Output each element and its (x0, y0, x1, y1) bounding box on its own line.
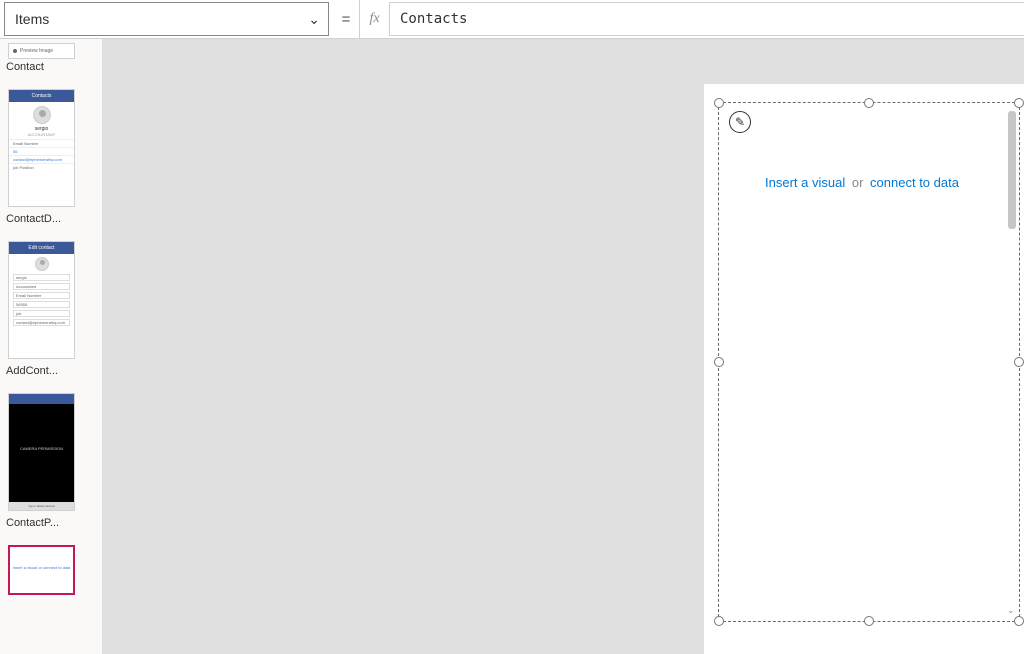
chevron-down-icon: ⌄ (1007, 605, 1017, 615)
screen-item[interactable]: Preview Image Contact (0, 39, 102, 83)
resize-handle[interactable] (714, 616, 724, 626)
screen-item[interactable]: CAMERA PERMISSION tap to allow camera Co… (0, 387, 102, 539)
placeholder-or: or (852, 175, 864, 190)
screen-label: Contact (4, 59, 74, 79)
pencil-glyph: ✎ (735, 115, 745, 129)
formula-bar: Items ⌄ = fx Contacts (0, 0, 1024, 39)
insert-visual-link[interactable]: Insert a visual (765, 175, 845, 190)
gallery-placeholder: Insert a visual or connect to data (719, 175, 1005, 190)
chevron-down-icon: ⌄ (308, 11, 320, 28)
resize-handle[interactable] (1014, 616, 1024, 626)
screen-thumbnail: Insert a visual or connect to data (8, 545, 75, 595)
screens-panel[interactable]: Preview Image Contact Contacts sergio AC… (0, 39, 103, 654)
screen-thumbnail: CAMERA PERMISSION tap to allow camera (8, 393, 75, 511)
resize-handle[interactable] (714, 98, 724, 108)
equals-label: = (333, 0, 359, 38)
screen-thumbnail-partial: Preview Image (8, 43, 75, 59)
screen-item[interactable]: Edit contact sergio Accountant Email Num… (0, 235, 102, 387)
resize-handle[interactable] (714, 357, 724, 367)
screen-thumbnail: Edit contact sergio Accountant Email Num… (8, 241, 75, 359)
canvas-area[interactable]: ✎ Insert a visual or connect to data ⌄ (103, 39, 1024, 654)
main-area: Preview Image Contact Contacts sergio AC… (0, 39, 1024, 654)
screen-item-selected[interactable]: Insert a visual or connect to data (0, 539, 102, 603)
inner-scrollbar-track[interactable] (1008, 107, 1018, 617)
resize-handle[interactable] (864, 98, 874, 108)
screen-thumbnail: Contacts sergio ACCOUNTANT Email Number … (8, 89, 75, 207)
fx-icon[interactable]: fx (359, 0, 389, 38)
connect-data-link[interactable]: connect to data (870, 175, 959, 190)
screen-label: AddCont... (4, 363, 74, 383)
screen-label: ContactD... (4, 211, 74, 231)
formula-input-value: Contacts (400, 11, 467, 27)
inner-scrollbar-thumb[interactable] (1008, 111, 1016, 229)
resize-handle[interactable] (864, 616, 874, 626)
property-dropdown-label: Items (15, 11, 49, 27)
property-dropdown[interactable]: Items ⌄ (4, 2, 329, 36)
edit-icon[interactable]: ✎ (729, 111, 751, 133)
selection-box[interactable]: ✎ Insert a visual or connect to data ⌄ (718, 102, 1020, 622)
screen-label: ContactP... (4, 515, 74, 535)
screen-item[interactable]: Contacts sergio ACCOUNTANT Email Number … (0, 83, 102, 235)
formula-input[interactable]: Contacts (389, 2, 1024, 36)
